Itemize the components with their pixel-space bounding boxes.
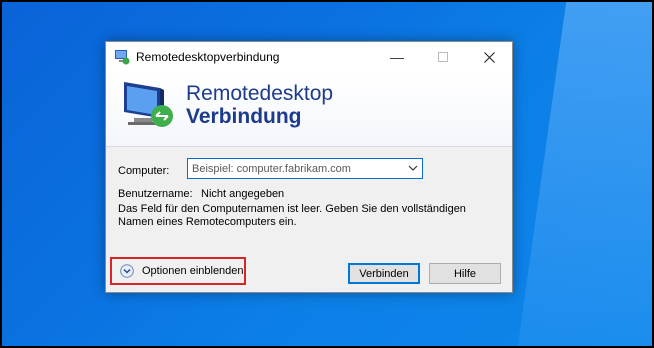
rdp-dialog: Remotedesktopverbindung — Remotedesktop … [105, 41, 513, 293]
show-options-button[interactable]: Optionen einblenden [110, 257, 246, 285]
username-label: Benutzername: [118, 188, 193, 200]
desktop-background: Remotedesktopverbindung — Remotedesktop … [2, 2, 652, 346]
computer-placeholder: Beispiel: computer.fabrikam.com [192, 163, 351, 175]
maximize-button[interactable] [420, 42, 466, 72]
minimize-button[interactable]: — [374, 42, 420, 72]
remote-desktop-icon [124, 82, 173, 127]
wallpaper-light-beam [517, 2, 652, 346]
show-options-label: Optionen einblenden [142, 265, 244, 277]
connect-button[interactable]: Verbinden [348, 263, 420, 284]
help-button[interactable]: Hilfe [429, 263, 501, 284]
banner-title-line1: Remotedesktop [186, 82, 334, 105]
banner-title-line2: Verbindung [186, 105, 302, 128]
computer-combobox[interactable]: Beispiel: computer.fabrikam.com [187, 158, 423, 179]
username-value: Nicht angegeben [201, 188, 285, 200]
minimize-icon: — [390, 49, 404, 65]
chevron-down-icon[interactable] [408, 163, 418, 173]
title-bar[interactable]: Remotedesktopverbindung — [106, 42, 512, 72]
close-icon [483, 51, 495, 63]
remote-desktop-icon [115, 50, 130, 65]
validation-message: Das Feld für den Computernamen ist leer.… [118, 203, 466, 228]
dialog-banner: Remotedesktop Verbindung [106, 72, 512, 147]
computer-label: Computer: [118, 165, 170, 177]
window-title: Remotedesktopverbindung [136, 50, 280, 64]
expand-options-icon [120, 264, 134, 278]
maximize-icon [438, 52, 448, 62]
close-button[interactable] [466, 42, 512, 72]
